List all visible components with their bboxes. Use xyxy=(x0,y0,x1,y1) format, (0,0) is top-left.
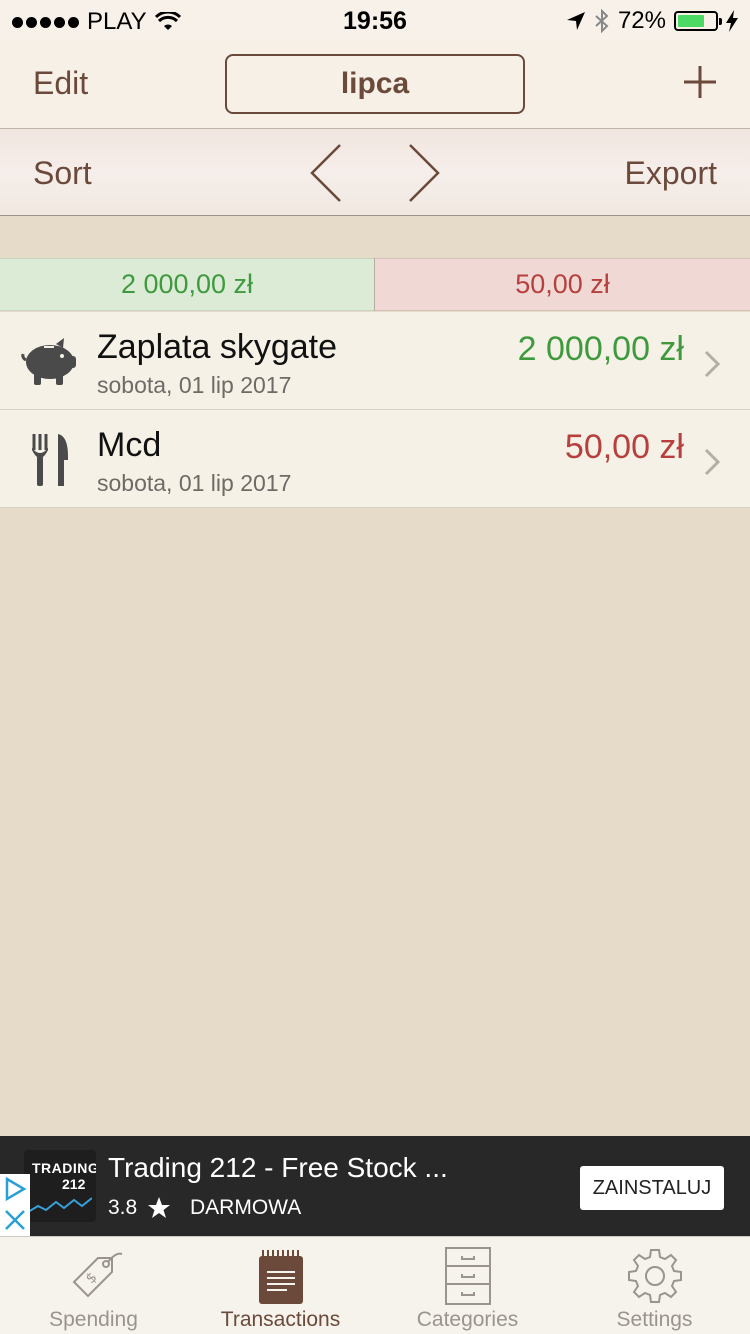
install-button[interactable]: ZAINSTALUJ xyxy=(580,1166,724,1210)
expense-total: 50,00 zł xyxy=(375,258,750,311)
transaction-title: Mcd xyxy=(97,426,162,464)
status-right: 72% xyxy=(566,7,738,35)
chart-line-icon xyxy=(28,1197,92,1213)
sort-button[interactable]: Sort xyxy=(33,155,92,192)
chevron-right-icon xyxy=(704,448,720,476)
export-button[interactable]: Export xyxy=(625,155,717,192)
tab-categories[interactable]: Categories xyxy=(374,1236,561,1334)
month-title: lipca xyxy=(340,67,410,100)
star-icon xyxy=(148,1197,171,1218)
ad-title: Trading 212 - Free Stock ... xyxy=(108,1152,448,1183)
svg-text:$: $ xyxy=(82,1269,100,1287)
price-tag-icon: $ xyxy=(72,1252,122,1298)
close-icon[interactable] xyxy=(3,1208,27,1232)
tab-label: Spending xyxy=(49,1308,138,1331)
fork-knife-icon xyxy=(32,434,68,486)
chevron-left-icon[interactable] xyxy=(308,143,344,203)
bluetooth-icon xyxy=(595,9,609,33)
tab-label: Settings xyxy=(616,1308,693,1331)
gear-icon xyxy=(627,1249,682,1303)
transaction-row[interactable]: Zaplata skygate sobota, 01 lip 2017 2 00… xyxy=(0,312,750,410)
ad-choices[interactable] xyxy=(0,1174,30,1236)
tab-label: Categories xyxy=(416,1308,519,1331)
charging-bolt-icon xyxy=(726,10,738,32)
battery-percent: 72% xyxy=(617,7,666,34)
ad-choices-icon[interactable] xyxy=(2,1176,28,1202)
plus-icon[interactable] xyxy=(682,64,718,100)
battery-icon xyxy=(674,11,722,31)
edit-button[interactable]: Edit xyxy=(33,65,88,102)
transaction-date: sobota, 01 lip 2017 xyxy=(97,470,292,496)
ad-logo-line1: TRADING xyxy=(32,1160,96,1176)
transaction-amount: 2 000,00 zł xyxy=(517,330,684,368)
transaction-date: sobota, 01 lip 2017 xyxy=(97,372,292,398)
tab-spending[interactable]: $ Spending xyxy=(0,1236,187,1334)
tab-transactions[interactable]: Transactions xyxy=(187,1236,374,1334)
transaction-amount: 50,00 zł xyxy=(564,428,684,466)
notepad-icon xyxy=(258,1250,303,1304)
chevron-right-icon[interactable] xyxy=(406,143,442,203)
transaction-row[interactable]: Mcd sobota, 01 lip 2017 50,00 zł xyxy=(0,410,750,508)
tab-label: Transactions xyxy=(220,1308,341,1331)
month-selector[interactable]: lipca xyxy=(225,54,525,114)
income-total: 2 000,00 zł xyxy=(0,258,374,311)
ad-price: DARMOWA xyxy=(190,1196,302,1219)
ad-rating: 3.8 xyxy=(108,1196,171,1220)
file-cabinet-icon xyxy=(444,1247,491,1305)
tab-settings[interactable]: Settings xyxy=(561,1236,748,1334)
transaction-title: Zaplata skygate xyxy=(97,328,338,366)
ad-app-logo: TRADING 212 xyxy=(24,1150,96,1222)
ad-banner[interactable]: TRADING 212 Trading 212 - Free Stock ...… xyxy=(0,1136,750,1236)
chevron-right-icon xyxy=(704,350,720,378)
ad-logo-line2: 212 xyxy=(62,1176,86,1192)
location-arrow-icon xyxy=(566,12,585,30)
ad-rating-value: 3.8 xyxy=(108,1196,138,1219)
status-bar: PLAY 19:56 72% xyxy=(0,0,750,40)
piggy-bank-icon xyxy=(21,338,76,385)
